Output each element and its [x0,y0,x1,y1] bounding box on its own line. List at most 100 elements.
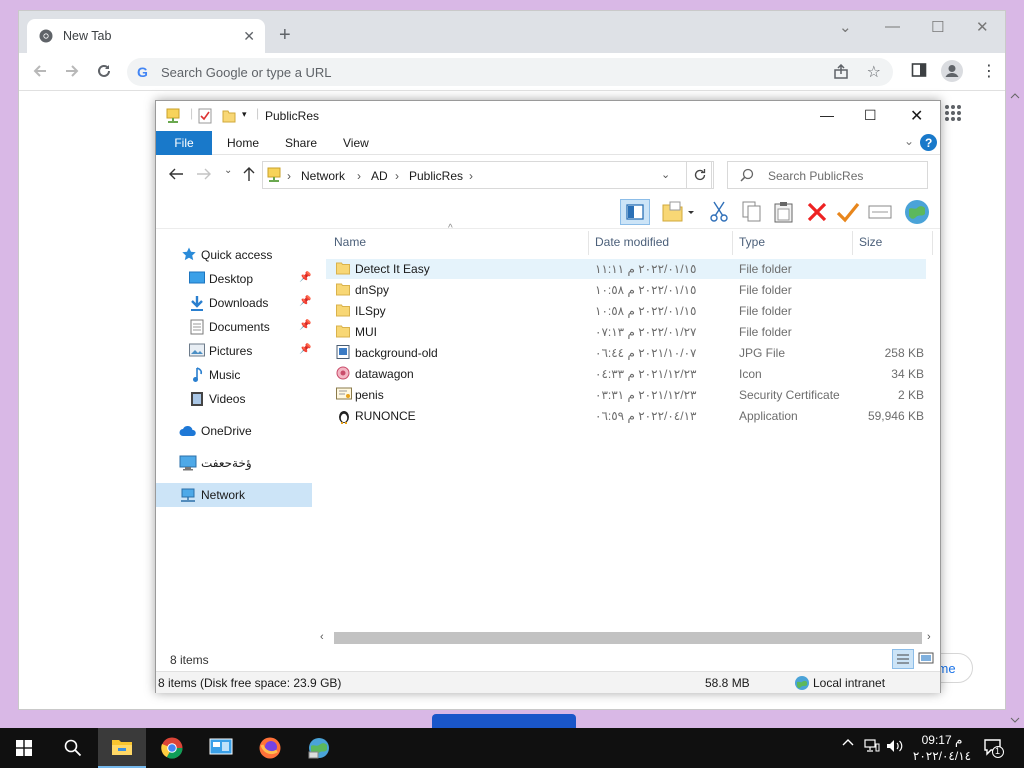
search-box[interactable]: Search PublicRes [727,161,928,189]
address-history-chevron-icon[interactable]: ⌄ [661,168,670,181]
nav-item-this-pc[interactable]: ؤخةحعفت [156,451,312,475]
new-tab-button[interactable]: + [279,25,291,45]
close-window-button[interactable]: ✕ [976,18,989,36]
properties-card-icon[interactable] [868,201,892,223]
nav-item-desktop[interactable]: Desktop 📌 [156,267,312,291]
help-icon[interactable]: ? [920,134,937,151]
taskbar-firefox[interactable] [246,728,294,768]
paste-icon[interactable] [774,201,794,223]
file-row-penis[interactable]: penis ٢٠٢١/١٢/٢٣ م ٠٣:٣١ Security Certif… [326,385,926,405]
column-header-type[interactable]: Type [739,235,765,249]
tab-close-icon[interactable]: ✕ [243,28,255,45]
recent-locations-chevron-icon[interactable]: ⌄ [224,165,232,176]
pin-icon[interactable]: 📌 [299,296,311,307]
notification-center-icon[interactable]: 1 [984,738,1004,758]
side-panel-icon[interactable] [911,62,927,78]
page-scrollbar[interactable] [1008,90,1022,726]
nav-item-onedrive[interactable]: OneDrive [156,419,312,443]
taskbar-network-app[interactable] [296,728,344,768]
breadcrumb-ad[interactable]: AD [371,169,388,183]
explorer-minimize-button[interactable]: — [820,107,834,123]
column-divider[interactable] [732,231,733,255]
page-blue-button[interactable] [432,714,576,728]
nav-item-videos[interactable]: Videos [156,387,312,411]
taskbar-file-explorer[interactable] [98,728,146,768]
minimize-button[interactable]: — [885,18,900,35]
system-clock[interactable]: 09:17 م ٢٠٢٢/٠٤/١٤ [912,732,972,764]
pin-icon[interactable]: 📌 [299,344,311,355]
copy-icon[interactable] [742,201,762,223]
bookmark-star-icon[interactable]: ☆ [867,62,881,82]
network-tray-icon[interactable] [864,739,880,753]
horizontal-scrollbar[interactable]: ‹ › [318,629,938,647]
new-item-icon[interactable] [662,201,696,223]
nav-item-network[interactable]: Network [156,483,312,507]
apps-grid-icon[interactable] [945,105,961,121]
file-row-background-old[interactable]: background-old ٢٠٢١/١٠/٠٧ م ٠٦:٤٤ JPG Fi… [326,343,926,363]
volume-icon[interactable] [886,739,904,753]
file-row-ilspy[interactable]: ILSpy ٢٠٢٢/٠١/١٥ م ١٠:٥٨ File folder [326,301,926,321]
globe-icon[interactable] [904,199,930,225]
pin-icon[interactable]: 📌 [299,320,311,331]
scroll-thumb[interactable] [334,632,922,644]
tab-view[interactable]: View [343,136,369,150]
tab-new-tab[interactable]: New Tab ✕ [27,19,265,53]
column-divider[interactable] [932,231,933,255]
nav-item-documents[interactable]: Documents 📌 [156,315,312,339]
scroll-left-icon[interactable]: ‹ [320,631,324,643]
preview-pane-icon[interactable] [620,199,650,225]
properties-icon[interactable] [198,108,212,124]
tab-home[interactable]: Home [227,136,259,150]
file-row-runonce[interactable]: RUNONCE ٢٠٢٢/٠٤/١٣ م ٠٦:٥٩ Application 5… [326,406,926,426]
column-header-size[interactable]: Size [859,235,882,249]
windows-start-icon[interactable] [16,740,32,756]
breadcrumb-network[interactable]: Network [301,169,345,183]
tab-search-chevron-icon[interactable]: ⌄ [839,18,852,36]
refresh-button[interactable] [686,161,714,189]
breadcrumb-publicres[interactable]: PublicRes [409,169,463,183]
column-divider[interactable] [852,231,853,255]
tab-file[interactable]: File [156,131,212,155]
file-row-detect-it-easy[interactable]: Detect It Easy ٢٠٢٢/٠١/١٥ م ١١:١١ File f… [326,259,926,279]
large-icons-view-icon[interactable] [918,651,934,665]
up-arrow-icon[interactable] [242,166,256,182]
nav-item-downloads[interactable]: Downloads 📌 [156,291,312,315]
column-divider[interactable] [588,231,589,255]
details-view-icon[interactable] [892,649,914,669]
file-row-dnspy[interactable]: dnSpy ٢٠٢٢/٠١/١٥ م ١٠:٥٨ File folder [326,280,926,300]
expand-ribbon-chevron-icon[interactable]: ⌄ [904,134,914,148]
kebab-menu-icon[interactable]: ⋮ [981,61,997,81]
column-header-name[interactable]: Name [334,235,366,249]
delete-icon[interactable] [806,201,828,223]
back-arrow-icon[interactable] [31,62,49,80]
show-hidden-icons-chevron-icon[interactable] [842,737,854,749]
explorer-maximize-button[interactable]: ☐ [864,107,877,124]
forward-icon[interactable] [196,167,212,181]
omnibox[interactable]: G Search Google or type a URL ☆ [127,58,893,86]
scroll-right-icon[interactable]: › [927,631,931,643]
back-icon[interactable] [168,167,184,181]
new-folder-icon[interactable] [222,108,236,124]
nav-item-music[interactable]: Music [156,363,312,387]
search-icon[interactable] [64,739,82,757]
maximize-button[interactable]: ☐ [931,18,944,36]
tab-share[interactable]: Share [285,136,317,150]
cut-icon[interactable] [710,201,728,223]
profile-avatar-icon[interactable] [941,60,963,82]
quick-access-dropdown-icon[interactable]: ▾ [242,109,247,120]
pin-icon[interactable]: 📌 [299,272,311,283]
star-icon [182,247,196,261]
nav-item-pictures[interactable]: Pictures 📌 [156,339,312,363]
address-bar[interactable]: › Network › AD › PublicRes › ⌄ [262,161,712,189]
column-header-date-modified[interactable]: Date modified [595,235,669,249]
file-row-mui[interactable]: MUI ٢٠٢٢/٠١/٢٧ م ٠٧:١٣ File folder [326,322,926,342]
explorer-close-button[interactable]: ✕ [910,106,923,126]
forward-arrow-icon[interactable] [63,62,81,80]
rename-check-icon[interactable] [836,201,860,223]
share-icon[interactable] [833,64,849,80]
taskbar-chrome[interactable] [148,728,196,768]
taskbar-control-panel[interactable] [198,728,246,768]
reload-icon[interactable] [95,62,113,80]
nav-item-quick-access[interactable]: Quick access [156,243,312,267]
file-row-datawagon[interactable]: datawagon ٢٠٢١/١٢/٢٣ م ٠٤:٣٣ Icon 34 KB [326,364,926,384]
